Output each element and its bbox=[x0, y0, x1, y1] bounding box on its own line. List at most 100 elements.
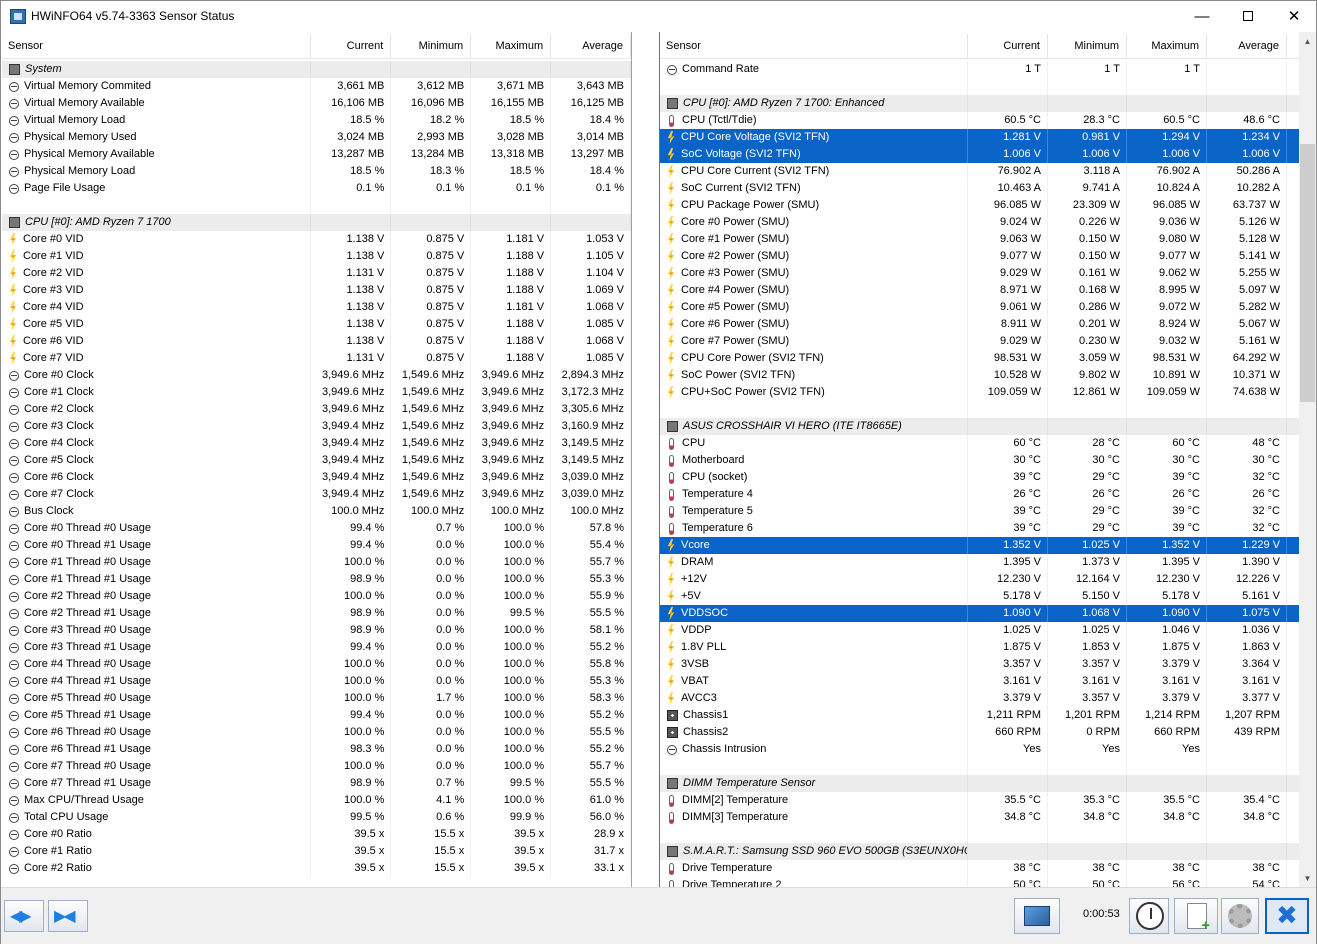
sensor-row[interactable]: CPU+SoC Power (SVI2 TFN) 109.059 W 12.861 … bbox=[660, 384, 1299, 401]
sensor-row[interactable]: Core #6 Thread #1 Usage 98.3 % 0.0 % 100.0 … bbox=[2, 741, 631, 758]
sensor-group-header[interactable]: DIMM Temperature Sensor bbox=[660, 775, 1299, 792]
sensor-row[interactable]: Core #1 Power (SMU) 9.063 W 0.150 W 9.080 W… bbox=[660, 231, 1299, 248]
sensor-row[interactable]: Temperature 6 39 °C 29 °C 39 °C 32 °C bbox=[660, 520, 1299, 537]
sensor-row[interactable]: Max CPU/Thread Usage 100.0 % 4.1 % 100.0 % 6… bbox=[2, 792, 631, 809]
sensor-row[interactable]: Chassis Intrusion Yes Yes Yes bbox=[660, 741, 1299, 758]
sensor-row[interactable]: Core #2 Ratio 39.5 x 15.5 x 39.5 x 33.1 x bbox=[2, 860, 631, 877]
sensor-row[interactable]: Core #7 Thread #0 Usage 100.0 % 0.0 % 100.0… bbox=[2, 758, 631, 775]
sensor-row[interactable]: DRAM 1.395 V 1.373 V 1.395 V 1.390 V bbox=[660, 554, 1299, 571]
col-average[interactable]: Average bbox=[1207, 34, 1287, 59]
sensor-row[interactable]: Motherboard 30 °C 30 °C 30 °C 30 °C bbox=[660, 452, 1299, 469]
sensor-row[interactable]: Core #1 Ratio 39.5 x 15.5 x 39.5 x 31.7 x bbox=[2, 843, 631, 860]
col-current[interactable]: Current bbox=[311, 34, 392, 59]
sensor-row[interactable]: Physical Memory Load 18.5 % 18.3 % 18.5 % 18… bbox=[2, 163, 631, 180]
sensor-row[interactable]: Core #3 Clock 3,949.4 MHz 1,549.6 MHz 3,949… bbox=[2, 418, 631, 435]
sensor-row[interactable]: CPU (Tctl/Tdie) 60.5 °C 28.3 °C 60.5 °C 48.6… bbox=[660, 112, 1299, 129]
sensor-row[interactable]: Drive Temperature 38 °C 38 °C 38 °C 38 °C bbox=[660, 860, 1299, 877]
sensor-row[interactable]: Core #2 Clock 3,949.6 MHz 1,549.6 MHz 3,949… bbox=[2, 401, 631, 418]
sensor-row[interactable]: Core #7 Clock 3,949.4 MHz 1,549.6 MHz 3,949… bbox=[2, 486, 631, 503]
sensor-row[interactable]: Page File Usage 0.1 % 0.1 % 0.1 % 0.1 % bbox=[2, 180, 631, 197]
sensor-row[interactable]: Core #5 Thread #0 Usage 100.0 % 1.7 % 100.0… bbox=[2, 690, 631, 707]
navigate-button-2[interactable]: ▶◀ bbox=[48, 900, 88, 932]
sensor-row[interactable]: Core #1 Clock 3,949.6 MHz 1,549.6 MHz 3,949… bbox=[2, 384, 631, 401]
sensor-row[interactable]: Core #6 VID 1.138 V 0.875 V 1.188 V 1.068 V bbox=[2, 333, 631, 350]
sensor-row[interactable]: Core #5 Clock 3,949.4 MHz 1,549.6 MHz 3,949… bbox=[2, 452, 631, 469]
minimize-button[interactable]: — bbox=[1179, 1, 1225, 32]
sensor-row[interactable]: Core #2 Thread #1 Usage 98.9 % 0.0 % 99.5 %… bbox=[2, 605, 631, 622]
sensor-row[interactable]: Core #4 VID 1.138 V 0.875 V 1.181 V 1.068 V bbox=[2, 299, 631, 316]
sensor-row[interactable]: Core #0 Thread #1 Usage 99.4 % 0.0 % 100.0 … bbox=[2, 537, 631, 554]
sensor-row[interactable]: Core #2 VID 1.131 V 0.875 V 1.188 V 1.104 V bbox=[2, 265, 631, 282]
col-average[interactable]: Average bbox=[551, 34, 631, 59]
sensor-row[interactable]: Core #4 Thread #1 Usage 100.0 % 0.0 % 100.0… bbox=[2, 673, 631, 690]
sensor-row[interactable]: CPU Core Power (SVI2 TFN) 98.531 W 3.059 W… bbox=[660, 350, 1299, 367]
sensor-row[interactable]: Core #0 Ratio 39.5 x 15.5 x 39.5 x 28.9 x bbox=[2, 826, 631, 843]
sensor-row[interactable]: Temperature 4 26 °C 26 °C 26 °C 26 °C bbox=[660, 486, 1299, 503]
sensor-row[interactable]: Virtual Memory Load 18.5 % 18.2 % 18.5 % 18.… bbox=[2, 112, 631, 129]
sensor-group-header[interactable]: CPU [#0]: AMD Ryzen 7 1700 bbox=[2, 214, 631, 231]
col-sensor[interactable]: Sensor bbox=[660, 34, 968, 59]
scroll-thumb[interactable] bbox=[1300, 144, 1315, 402]
sensor-row[interactable]: Core #6 Power (SMU) 8.911 W 0.201 W 8.924 W… bbox=[660, 316, 1299, 333]
left-sensor-panel[interactable]: Sensor Current Minimum Maximum Average S… bbox=[2, 32, 632, 887]
sensor-row[interactable]: Core #5 VID 1.138 V 0.875 V 1.188 V 1.085 V bbox=[2, 316, 631, 333]
sensor-row[interactable]: Core #0 Thread #0 Usage 99.4 % 0.7 % 100.0 … bbox=[2, 520, 631, 537]
sensor-group-header[interactable]: ASUS CROSSHAIR VI HERO (ITE IT8665E) bbox=[660, 418, 1299, 435]
sensor-group-header[interactable]: CPU [#0]: AMD Ryzen 7 1700: Enhanced bbox=[660, 95, 1299, 112]
vertical-scrollbar[interactable]: ▲ ▼ bbox=[1299, 32, 1316, 887]
sensor-row[interactable]: Core #4 Thread #0 Usage 100.0 % 0.0 % 100.0… bbox=[2, 656, 631, 673]
sensor-row[interactable]: VDDSOC 1.090 V 1.068 V 1.090 V 1.075 V bbox=[660, 605, 1299, 622]
sensor-row[interactable]: Core #3 Thread #0 Usage 98.9 % 0.0 % 100.0 … bbox=[2, 622, 631, 639]
sensor-row[interactable]: AVCC3 3.379 V 3.357 V 3.379 V 3.377 V bbox=[660, 690, 1299, 707]
col-current[interactable]: Current bbox=[968, 34, 1048, 59]
sensor-row[interactable]: VBAT 3.161 V 3.161 V 3.161 V 3.161 V bbox=[660, 673, 1299, 690]
sensor-row[interactable]: +12V 12.230 V 12.164 V 12.230 V 12.226 V bbox=[660, 571, 1299, 588]
sensor-row[interactable]: 1.8V PLL 1.875 V 1.853 V 1.875 V 1.863 V bbox=[660, 639, 1299, 656]
col-maximum[interactable]: Maximum bbox=[1127, 34, 1207, 59]
right-sensor-panel[interactable]: Sensor Current Minimum Maximum Average C… bbox=[659, 32, 1299, 887]
sensor-row[interactable]: 3VSB 3.357 V 3.357 V 3.379 V 3.364 V bbox=[660, 656, 1299, 673]
sensor-row[interactable]: Core #5 Thread #1 Usage 99.4 % 0.0 % 100.0 … bbox=[2, 707, 631, 724]
panel-divider[interactable] bbox=[632, 32, 659, 887]
sensor-row[interactable]: Core #4 Clock 3,949.4 MHz 1,549.6 MHz 3,949… bbox=[2, 435, 631, 452]
sensor-row[interactable]: CPU (socket) 39 °C 29 °C 39 °C 32 °C bbox=[660, 469, 1299, 486]
sensor-row[interactable]: Core #7 Power (SMU) 9.029 W 0.230 W 9.032 W… bbox=[660, 333, 1299, 350]
sensor-row[interactable]: Chassis2 660 RPM 0 RPM 660 RPM 439 RPM bbox=[660, 724, 1299, 741]
network-button[interactable] bbox=[1014, 898, 1060, 934]
logging-button[interactable] bbox=[1174, 898, 1218, 934]
sensor-row[interactable]: Total CPU Usage 99.5 % 0.6 % 99.9 % 56.0 % bbox=[2, 809, 631, 826]
sensor-row[interactable]: Command Rate 1 T1 T1 T bbox=[660, 61, 1299, 78]
sensor-row[interactable]: Core #6 Clock 3,949.4 MHz 1,549.6 MHz 3,949… bbox=[2, 469, 631, 486]
sensor-row[interactable]: CPU 60 °C 28 °C 60 °C 48 °C bbox=[660, 435, 1299, 452]
sensor-row[interactable]: Drive Temperature 2 50 °C 50 °C 56 °C 54 °C bbox=[660, 877, 1299, 887]
sensor-row[interactable]: Chassis1 1,211 RPM 1,201 RPM 1,214 RPM 1,207… bbox=[660, 707, 1299, 724]
sensor-row[interactable]: Core #7 Thread #1 Usage 98.9 % 0.7 % 99.5 %… bbox=[2, 775, 631, 792]
sensor-row[interactable]: Core #6 Thread #0 Usage 100.0 % 0.0 % 100.0… bbox=[2, 724, 631, 741]
sensor-row[interactable]: Core #0 VID 1.138 V 0.875 V 1.181 V 1.053 V bbox=[2, 231, 631, 248]
sensor-row[interactable]: Core #3 Power (SMU) 9.029 W 0.161 W 9.062 W… bbox=[660, 265, 1299, 282]
sensor-row[interactable]: SoC Voltage (SVI2 TFN) 1.006 V 1.006 V 1.00… bbox=[660, 146, 1299, 163]
maximize-button[interactable] bbox=[1225, 1, 1271, 32]
col-minimum[interactable]: Minimum bbox=[391, 34, 472, 59]
sensor-row[interactable]: SoC Power (SVI2 TFN) 10.528 W 9.802 W 10.89… bbox=[660, 367, 1299, 384]
sensor-row[interactable]: Physical Memory Available 13,287 MB 13,284… bbox=[2, 146, 631, 163]
sensor-row[interactable]: VDDP 1.025 V 1.025 V 1.046 V 1.036 V bbox=[660, 622, 1299, 639]
reset-timer-button[interactable] bbox=[1129, 898, 1169, 934]
sensor-row[interactable]: Core #1 Thread #1 Usage 98.9 % 0.0 % 100.0 … bbox=[2, 571, 631, 588]
sensor-row[interactable]: CPU Core Current (SVI2 TFN) 76.902 A 3.118… bbox=[660, 163, 1299, 180]
col-sensor[interactable]: Sensor bbox=[2, 34, 312, 59]
sensor-row[interactable]: CPU Core Voltage (SVI2 TFN) 1.281 V 0.981 … bbox=[660, 129, 1299, 146]
sensor-row[interactable]: Vcore 1.352 V 1.025 V 1.352 V 1.229 V bbox=[660, 537, 1299, 554]
sensor-group-header[interactable]: System bbox=[2, 61, 631, 78]
sensor-row[interactable]: Core #0 Clock 3,949.6 MHz 1,549.6 MHz 3,949… bbox=[2, 367, 631, 384]
sensor-row[interactable]: Core #7 VID 1.131 V 0.875 V 1.188 V 1.085 V bbox=[2, 350, 631, 367]
sensor-row[interactable]: +5V 5.178 V 5.150 V 5.178 V 5.161 V bbox=[660, 588, 1299, 605]
sensor-row[interactable]: Temperature 5 39 °C 29 °C 39 °C 32 °C bbox=[660, 503, 1299, 520]
sensor-row[interactable]: Bus Clock 100.0 MHz 100.0 MHz 100.0 MHz 100.… bbox=[2, 503, 631, 520]
close-button[interactable]: ✕ bbox=[1271, 1, 1317, 32]
sensor-row[interactable]: Core #2 Power (SMU) 9.077 W 0.150 W 9.077 W… bbox=[660, 248, 1299, 265]
scroll-down-icon[interactable]: ▼ bbox=[1299, 871, 1316, 887]
sensor-row[interactable]: Core #0 Power (SMU) 9.024 W 0.226 W 9.036 W… bbox=[660, 214, 1299, 231]
sensor-row[interactable]: Virtual Memory Commited 3,661 MB 3,612 MB 3… bbox=[2, 78, 631, 95]
sensor-row[interactable]: Core #2 Thread #0 Usage 100.0 % 0.0 % 100.0… bbox=[2, 588, 631, 605]
